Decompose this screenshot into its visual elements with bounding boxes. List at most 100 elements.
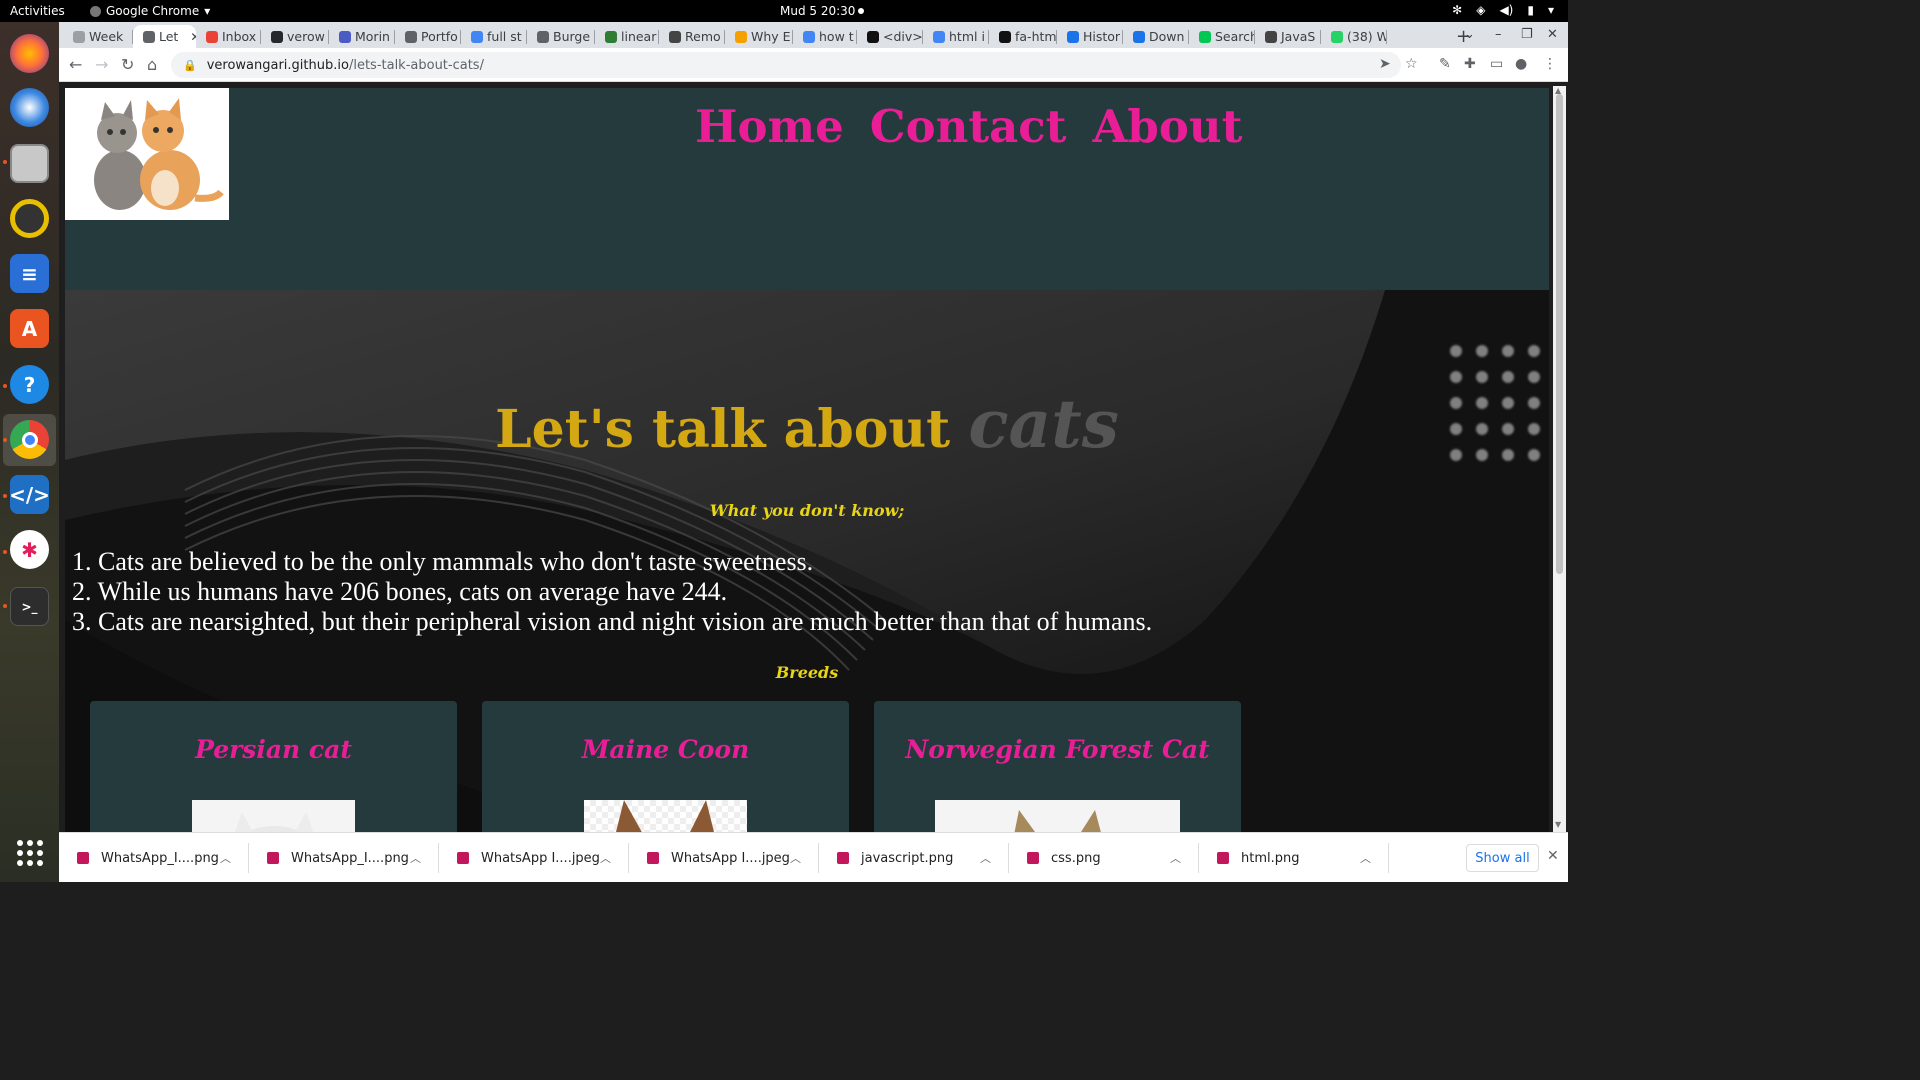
hero-section: Let's talk about cats What you don't kno… [65, 290, 1549, 832]
download-item[interactable]: WhatsApp I....jpeg ︿ [439, 833, 629, 883]
minimize-button[interactable]: – [1495, 27, 1502, 42]
help-icon[interactable]: ? [10, 365, 49, 404]
url-path: /lets-talk-about-cats/ [348, 57, 484, 73]
cast-icon[interactable]: ▭ [1490, 56, 1503, 72]
reload-button[interactable]: ↻ [121, 55, 134, 74]
download-item[interactable]: css.png ︿ [1009, 833, 1199, 883]
nav-home-link[interactable]: Home [695, 100, 844, 153]
site-header: Home Contact About [65, 88, 1549, 290]
close-download-shelf-icon[interactable]: ✕ [1547, 848, 1559, 864]
browser-tab[interactable]: Morin [329, 25, 395, 48]
system-top-bar: Activities Google Chrome ▾ Mud 5 20:30 ✻… [0, 0, 1568, 22]
tab-favicon-icon [803, 30, 815, 43]
browser-tab[interactable]: full st [461, 25, 527, 48]
terminal-icon[interactable]: >_ [10, 587, 49, 626]
chevron-up-icon[interactable]: ︿ [410, 850, 421, 866]
browser-tab[interactable]: Burge [527, 25, 595, 48]
home-button[interactable]: ⌂ [147, 55, 157, 74]
browser-tab[interactable]: verow [261, 25, 329, 48]
facts-subtitle: What you don't know; [709, 501, 905, 520]
scroll-down-arrow-icon[interactable]: ▼ [1555, 820, 1561, 829]
firefox-icon[interactable] [10, 34, 49, 73]
browser-tab[interactable]: JavaS [1255, 25, 1321, 48]
image-file-icon [837, 852, 849, 864]
chrome-menu-icon[interactable]: ⋮ [1543, 56, 1557, 72]
browser-tab[interactable]: Let ✕ [133, 25, 196, 48]
lock-icon[interactable]: 🔒 [183, 59, 197, 72]
page-scrollbar[interactable]: ▲ ▼ [1553, 86, 1566, 832]
browser-tab[interactable]: Down [1123, 25, 1189, 48]
system-tray[interactable]: ✻ ◈ ◀) ▮ ▾ [1452, 3, 1554, 17]
image-file-icon [457, 852, 469, 864]
power-menu-icon[interactable]: ▾ [1548, 3, 1554, 17]
nav-contact-link[interactable]: Contact [870, 100, 1067, 153]
browser-tab[interactable]: linear [595, 25, 659, 48]
browser-tab[interactable]: Remo [659, 25, 725, 48]
cats-logo-image [65, 88, 229, 220]
browser-tab[interactable]: how t [793, 25, 857, 48]
download-item[interactable]: html.png ︿ [1199, 833, 1389, 883]
chrome-icon[interactable] [10, 420, 49, 459]
chevron-up-icon[interactable]: ︿ [980, 850, 991, 866]
chevron-up-icon[interactable]: ︿ [220, 850, 231, 866]
url-domain: verowangari.github.io [206, 57, 349, 73]
app-menu[interactable]: Google Chrome ▾ [90, 4, 210, 18]
tab-search-icon[interactable]: ⌄ [1464, 27, 1475, 42]
show-all-downloads-button[interactable]: Show all [1466, 844, 1539, 872]
profile-avatar[interactable]: ● [1515, 56, 1527, 72]
browser-tab[interactable]: Histor [1057, 25, 1123, 48]
browser-tab[interactable]: Search [1189, 25, 1255, 48]
activities-button[interactable]: Activities [10, 4, 65, 18]
download-filename: WhatsApp_I....png [291, 850, 409, 866]
browser-tab[interactable]: Inbox [196, 25, 261, 48]
tab-favicon-icon [669, 30, 681, 43]
facts-list: 1. Cats are believed to be the only mamm… [72, 547, 1152, 637]
tab-label: JavaS [1281, 29, 1316, 44]
browser-tab[interactable]: <div> [857, 25, 923, 48]
tab-favicon-icon [1067, 30, 1079, 43]
main-nav: Home Contact About [695, 100, 1242, 153]
tab-favicon-icon [999, 30, 1011, 43]
writer-icon[interactable]: ≡ [10, 254, 49, 293]
show-applications-icon[interactable] [17, 840, 43, 866]
slack-tray-icon[interactable]: ✻ [1452, 3, 1462, 17]
running-indicator [3, 550, 7, 554]
tab-favicon-icon [1199, 30, 1211, 43]
tab-favicon-icon [271, 30, 283, 43]
download-filename: javascript.png [861, 850, 954, 866]
download-item[interactable]: WhatsApp_I....png ︿ [59, 833, 249, 883]
chevron-up-icon[interactable]: ︿ [1170, 850, 1181, 866]
browser-tab[interactable]: Week [63, 25, 133, 48]
forward-button[interactable]: → [95, 55, 108, 74]
browser-tab[interactable]: Why E [725, 25, 793, 48]
browser-tab[interactable]: (38) W [1321, 25, 1387, 48]
close-window-button[interactable]: ✕ [1547, 27, 1558, 42]
files-icon[interactable] [10, 144, 49, 183]
back-button[interactable]: ← [69, 55, 82, 74]
tab-label: Let [159, 29, 179, 44]
color-picker-extension-icon[interactable]: ✎ [1439, 56, 1451, 72]
bookmark-star-icon[interactable]: ☆ [1405, 56, 1418, 72]
thunderbird-icon[interactable] [10, 88, 49, 127]
chevron-up-icon[interactable]: ︿ [600, 850, 611, 866]
maximize-button[interactable]: ❐ [1521, 27, 1533, 42]
chevron-up-icon[interactable]: ︿ [790, 850, 801, 866]
browser-tab[interactable]: Portfo [395, 25, 461, 48]
browser-tab[interactable]: fa-htm [989, 25, 1057, 48]
clock[interactable]: Mud 5 20:30 [780, 4, 855, 18]
running-indicator [3, 438, 7, 442]
slack-icon[interactable]: ✱ [10, 530, 49, 569]
download-item[interactable]: WhatsApp_I....png ︿ [249, 833, 439, 883]
rhythmbox-icon[interactable] [10, 199, 49, 238]
send-to-device-icon[interactable]: ➤ [1379, 56, 1391, 72]
download-item[interactable]: WhatsApp I....jpeg ︿ [629, 833, 819, 883]
vscode-icon[interactable]: </> [9, 475, 50, 514]
scrollbar-thumb[interactable] [1556, 94, 1563, 574]
address-bar[interactable]: 🔒 verowangari.github.io/lets-talk-about-… [171, 52, 1401, 78]
extensions-icon[interactable]: ✚ [1464, 56, 1476, 72]
browser-tab[interactable]: html i [923, 25, 989, 48]
chevron-up-icon[interactable]: ︿ [1360, 850, 1371, 866]
nav-about-link[interactable]: About [1092, 100, 1242, 153]
software-center-icon[interactable]: A [10, 309, 49, 348]
download-item[interactable]: javascript.png ︿ [819, 833, 1009, 883]
